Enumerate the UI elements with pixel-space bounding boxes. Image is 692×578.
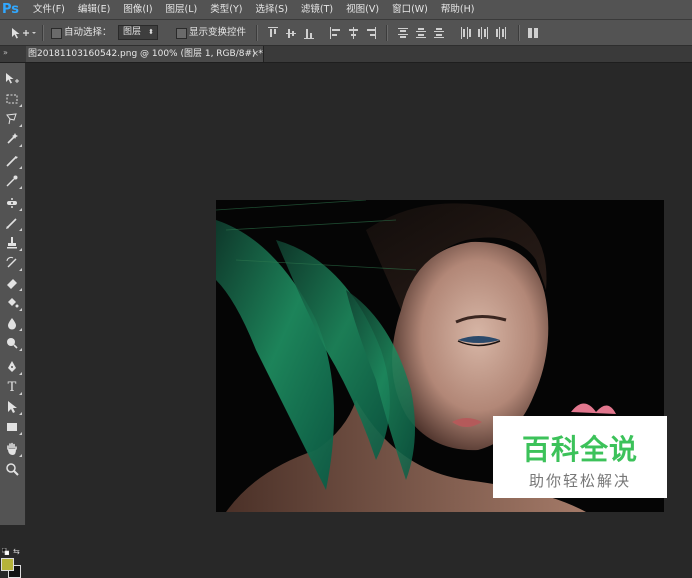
align-left-icon[interactable] <box>330 27 340 39</box>
quick-select-tool[interactable] <box>3 130 22 148</box>
align-bottom-icon[interactable] <box>304 27 314 39</box>
type-tool[interactable]: T <box>3 378 22 396</box>
eraser-icon <box>7 279 17 289</box>
menu-filter[interactable]: 滤镜(T) <box>301 0 333 20</box>
magic-wand-icon <box>7 133 18 144</box>
align-hcenter-icon[interactable] <box>348 27 358 39</box>
auto-select-label: 自动选择： <box>64 27 112 38</box>
dropdown-arrow-icon: ⬍ <box>148 28 154 36</box>
gradient-tool[interactable] <box>3 294 22 312</box>
stamp-icon <box>7 237 17 249</box>
document-tab-bar: » 图20181103160542.png @ 100% (图层 1, RGB/… <box>0 46 692 63</box>
zoom-icon <box>6 463 19 476</box>
type-icon: T <box>7 379 17 395</box>
auto-select-dropdown[interactable]: 图层 ⬍ <box>118 25 158 40</box>
options-bar: 自动选择： 图层 ⬍ 显示变换控件 <box>0 20 692 46</box>
separator <box>42 25 44 41</box>
align-vcenter-icon[interactable] <box>286 27 296 39</box>
separator <box>256 25 258 41</box>
menu-type[interactable]: 类型(Y) <box>210 0 242 20</box>
watermark-subtitle: 助你轻松解决 <box>528 472 631 490</box>
foreground-color-swatch[interactable] <box>1 558 14 571</box>
history-brush-icon <box>6 256 17 268</box>
distribute-right-icon[interactable] <box>496 27 506 39</box>
close-icon[interactable]: × <box>251 46 259 62</box>
auto-align-layers-icon[interactable] <box>528 27 538 39</box>
menu-bar: Ps 文件(F) 编辑(E) 图像(I) 图层(L) 类型(Y) 选择(S) 滤… <box>0 0 692 20</box>
crop-tool[interactable] <box>3 152 22 170</box>
lasso-tool[interactable] <box>3 110 22 128</box>
distribute-hcenter-icon[interactable] <box>478 27 488 39</box>
healing-brush-icon <box>7 198 17 208</box>
document-tab-title: 图20181103160542.png @ 100% (图层 1, RGB/8#… <box>28 49 263 59</box>
rectangle-tool[interactable] <box>3 418 22 436</box>
marquee-tool[interactable] <box>3 90 22 108</box>
show-transform-label: 显示变换控件 <box>189 27 247 38</box>
collapse-toolbox-icon[interactable]: » <box>3 48 8 57</box>
crop-icon <box>6 156 18 167</box>
default-colors-icon[interactable] <box>1 547 10 556</box>
separator <box>386 25 388 41</box>
align-right-icon[interactable] <box>366 27 376 39</box>
move-tool[interactable] <box>3 70 21 88</box>
brush-icon <box>6 218 17 229</box>
separator <box>518 25 520 41</box>
document-tab[interactable]: 图20181103160542.png @ 100% (图层 1, RGB/8#… <box>26 46 264 62</box>
menu-edit[interactable]: 编辑(E) <box>78 0 110 20</box>
distribute-bottom-icon[interactable] <box>434 27 444 39</box>
blur-drop-icon <box>8 318 16 330</box>
show-transform-checkbox[interactable] <box>176 28 187 39</box>
blur-tool[interactable] <box>3 314 22 332</box>
watermark-box: 百科全说 助你轻松解决 <box>493 416 667 498</box>
dodge-icon <box>7 338 18 349</box>
menu-help[interactable]: 帮助(H) <box>441 0 475 20</box>
eyedropper-tool[interactable] <box>3 172 22 190</box>
distribute-top-icon[interactable] <box>398 27 408 39</box>
paint-bucket-icon <box>8 298 19 308</box>
eyedropper-icon <box>6 175 18 187</box>
history-brush-tool[interactable] <box>3 254 22 272</box>
dodge-tool[interactable] <box>3 334 22 352</box>
auto-select-value: 图层 <box>123 27 142 37</box>
distribute-vcenter-icon[interactable] <box>416 27 426 39</box>
menu-file[interactable]: 文件(F) <box>33 0 65 20</box>
path-select-tool[interactable] <box>3 398 22 416</box>
watermark-title: 百科全说 <box>521 433 638 466</box>
menu-select[interactable]: 选择(S) <box>255 0 287 20</box>
auto-select-checkbox[interactable] <box>51 28 62 39</box>
lasso-icon <box>6 113 17 125</box>
align-top-icon[interactable] <box>268 27 278 39</box>
rectangular-marquee-icon <box>6 94 18 104</box>
zoom-tool[interactable] <box>3 460 21 478</box>
menu-items: 文件(F) 编辑(E) 图像(I) 图层(L) 类型(Y) 选择(S) 滤镜(T… <box>33 0 487 20</box>
pen-tool[interactable] <box>3 358 22 376</box>
pen-icon <box>8 361 16 372</box>
path-selection-icon <box>8 401 17 413</box>
menu-window[interactable]: 窗口(W) <box>392 0 428 20</box>
tool-preset-move-icon[interactable] <box>10 26 36 43</box>
move-icon <box>6 73 19 84</box>
distribute-left-icon[interactable] <box>460 27 471 39</box>
menu-image[interactable]: 图像(I) <box>123 0 152 20</box>
rectangle-shape-icon <box>7 423 17 431</box>
brush-tool[interactable] <box>3 214 22 232</box>
eraser-tool[interactable] <box>3 274 22 292</box>
healing-brush-tool[interactable] <box>3 194 22 212</box>
photoshop-logo: Ps <box>2 2 20 17</box>
swap-colors-icon[interactable]: ⇆ <box>13 547 20 556</box>
toolbox: T ⇆ <box>0 63 26 578</box>
hand-icon <box>7 442 17 455</box>
clone-stamp-tool[interactable] <box>3 234 22 252</box>
menu-view[interactable]: 视图(V) <box>346 0 379 20</box>
hand-tool[interactable] <box>3 440 22 458</box>
menu-layer[interactable]: 图层(L) <box>166 0 198 20</box>
